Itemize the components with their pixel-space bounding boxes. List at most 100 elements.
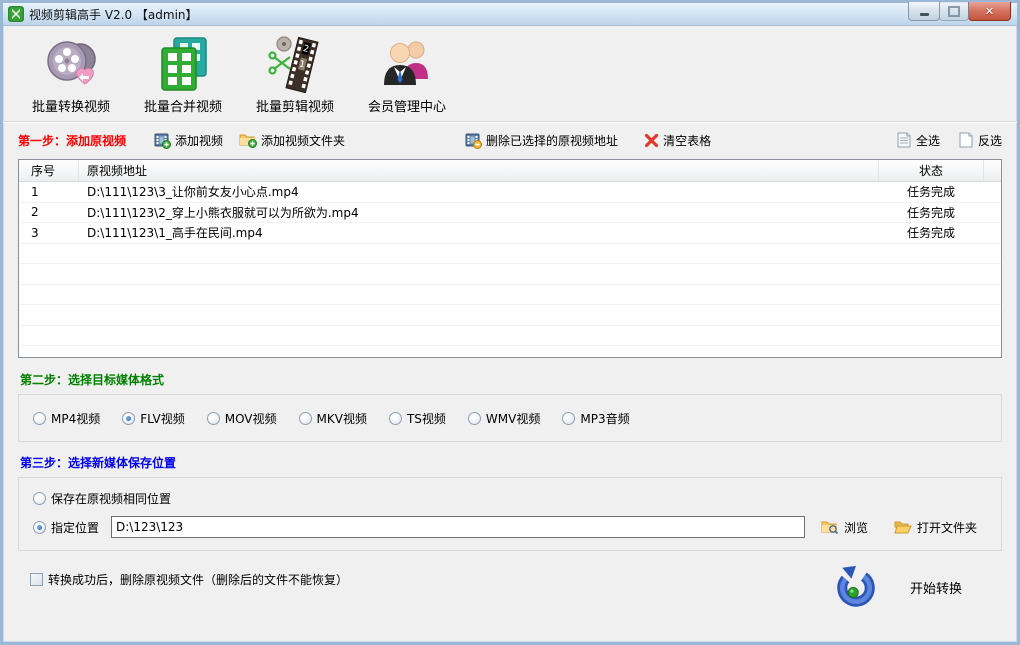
radio-circle[interactable] (33, 492, 46, 505)
start-convert-button[interactable]: 开始转换 (834, 565, 962, 609)
step2-title: 第二步：选择目标媒体格式 (20, 371, 1017, 388)
empty-row (19, 285, 1001, 306)
maximize-button[interactable] (939, 2, 969, 21)
save-path-input[interactable] (111, 516, 805, 538)
radio-circle-selected[interactable] (122, 412, 135, 425)
toolbar-button-batch-cut[interactable]: 2 1 批量剪辑视频 (247, 34, 343, 115)
radio-label: MKV视频 (317, 410, 367, 427)
window-title: 视频剪辑高手 V2.0 【admin】 (29, 6, 198, 23)
step1-title: 第一步：添加原视频 (18, 132, 126, 149)
cell-index: 1 (19, 182, 79, 202)
titlebar[interactable]: 视频剪辑高手 V2.0 【admin】 ✕ (3, 3, 1017, 26)
cell-status: 任务完成 (879, 182, 983, 202)
minimize-button[interactable] (908, 2, 940, 21)
window-controls: ✕ (909, 2, 1011, 21)
radio-label: FLV视频 (140, 410, 184, 427)
header-index[interactable]: 序号 (19, 160, 79, 181)
radio-mp4[interactable]: MP4视频 (33, 410, 100, 427)
browse-label: 浏览 (844, 519, 868, 536)
bottom-row: 转换成功后，删除原视频文件（删除后的文件不能恢复） 开始转换 (18, 571, 1002, 641)
open-folder-label: 打开文件夹 (917, 519, 977, 536)
empty-row (19, 346, 1001, 358)
video-table: 序号 原视频地址 状态 1 D:\111\123\3_让你前女友小心点.mp4 … (18, 159, 1002, 358)
close-button[interactable]: ✕ (968, 2, 1011, 21)
radio-circle[interactable] (389, 412, 402, 425)
minimize-icon (920, 13, 929, 16)
step3-title: 第三步：选择新媒体保存位置 (20, 454, 1017, 471)
delete-selected-button[interactable]: 删除已选择的原视频地址 (465, 132, 618, 149)
radio-circle-selected[interactable] (33, 521, 46, 534)
empty-row (19, 244, 1001, 265)
specified-location-option[interactable]: 指定位置 浏览 打开文件夹 (33, 516, 987, 538)
add-video-label: 添加视频 (175, 132, 223, 149)
radio-mp3[interactable]: MP3音频 (562, 410, 629, 427)
toolbar-label: 批量转换视频 (32, 96, 110, 115)
clear-table-button[interactable]: 清空表格 (644, 132, 711, 149)
select-all-button[interactable]: 全选 (896, 132, 940, 149)
invert-selection-icon (958, 132, 974, 148)
film-plus-icon (154, 132, 171, 149)
specified-location-label: 指定位置 (51, 519, 99, 536)
radio-mkv[interactable]: MKV视频 (299, 410, 367, 427)
film-minus-icon (465, 132, 482, 149)
delete-selected-label: 删除已选择的原视频地址 (486, 132, 618, 149)
cell-status: 任务完成 (879, 223, 983, 243)
maximize-icon (948, 6, 960, 17)
radio-ts[interactable]: TS视频 (389, 410, 446, 427)
header-status[interactable]: 状态 (879, 160, 984, 181)
radio-mov[interactable]: MOV视频 (207, 410, 277, 427)
toolbar-button-batch-convert[interactable]: 批量转换视频 (23, 34, 119, 115)
delete-after-checkbox[interactable] (30, 573, 43, 586)
radio-label: WMV视频 (486, 410, 540, 427)
format-groupbox: MP4视频 FLV视频 MOV视频 MKV视频 TS视频 WMV视频 MP3音频 (18, 394, 1002, 442)
cell-status: 任务完成 (879, 203, 983, 223)
radio-circle[interactable] (299, 412, 312, 425)
radio-circle[interactable] (207, 412, 220, 425)
select-all-icon (896, 132, 912, 148)
cell-index: 2 (19, 203, 79, 223)
radio-label: TS视频 (407, 410, 446, 427)
cell-path: D:\111\123\1_高手在民间.mp4 (79, 223, 879, 243)
table-header: 序号 原视频地址 状态 (19, 160, 1001, 182)
app-window: 视频剪辑高手 V2.0 【admin】 ✕ 批量转换视频 (0, 0, 1020, 645)
same-location-option[interactable]: 保存在原视频相同位置 (33, 490, 987, 507)
cell-path: D:\111\123\2_穿上小熊衣服就可以为所欲为.mp4 (79, 203, 879, 223)
members-icon (378, 34, 436, 94)
start-convert-label: 开始转换 (910, 578, 962, 597)
table-row[interactable]: 2 D:\111\123\2_穿上小熊衣服就可以为所欲为.mp4 任务完成 (19, 203, 1001, 224)
header-filler (984, 160, 1001, 181)
add-video-folder-label: 添加视频文件夹 (261, 132, 345, 149)
toolbar-label: 批量剪辑视频 (256, 96, 334, 115)
folder-plus-icon (239, 132, 257, 148)
save-location-groupbox: 保存在原视频相同位置 指定位置 浏览 打开文件夹 (18, 477, 1002, 551)
radio-circle[interactable] (33, 412, 46, 425)
radio-circle[interactable] (468, 412, 481, 425)
cell-path: D:\111\123\3_让你前女友小心点.mp4 (79, 182, 879, 202)
same-location-label: 保存在原视频相同位置 (51, 490, 171, 507)
table-row[interactable]: 3 D:\111\123\1_高手在民间.mp4 任务完成 (19, 223, 1001, 244)
delete-after-label: 转换成功后，删除原视频文件（删除后的文件不能恢复） (48, 571, 348, 588)
radio-flv[interactable]: FLV视频 (122, 410, 184, 427)
invert-selection-button[interactable]: 反选 (958, 132, 1002, 149)
header-path[interactable]: 原视频地址 (79, 160, 879, 181)
cell-filler (983, 223, 1001, 243)
add-video-button[interactable]: 添加视频 (154, 132, 223, 149)
browse-button[interactable]: 浏览 (821, 519, 868, 536)
batch-convert-icon (42, 34, 100, 94)
invert-selection-label: 反选 (978, 132, 1002, 149)
toolbar-button-batch-merge[interactable]: 批量合并视频 (135, 34, 231, 115)
batch-cut-icon: 2 1 (266, 34, 324, 94)
toolbar-label: 批量合并视频 (144, 96, 222, 115)
clear-table-label: 清空表格 (663, 132, 711, 149)
open-folder-button[interactable]: 打开文件夹 (894, 519, 977, 536)
empty-row (19, 326, 1001, 347)
add-video-folder-button[interactable]: 添加视频文件夹 (239, 132, 345, 149)
radio-label: MOV视频 (225, 410, 277, 427)
radio-label: MP3音频 (580, 410, 629, 427)
browse-folder-icon (821, 519, 839, 535)
table-row[interactable]: 1 D:\111\123\3_让你前女友小心点.mp4 任务完成 (19, 182, 1001, 203)
start-convert-icon (834, 565, 878, 609)
toolbar-button-members[interactable]: 会员管理中心 (359, 34, 455, 115)
radio-wmv[interactable]: WMV视频 (468, 410, 540, 427)
radio-circle[interactable] (562, 412, 575, 425)
